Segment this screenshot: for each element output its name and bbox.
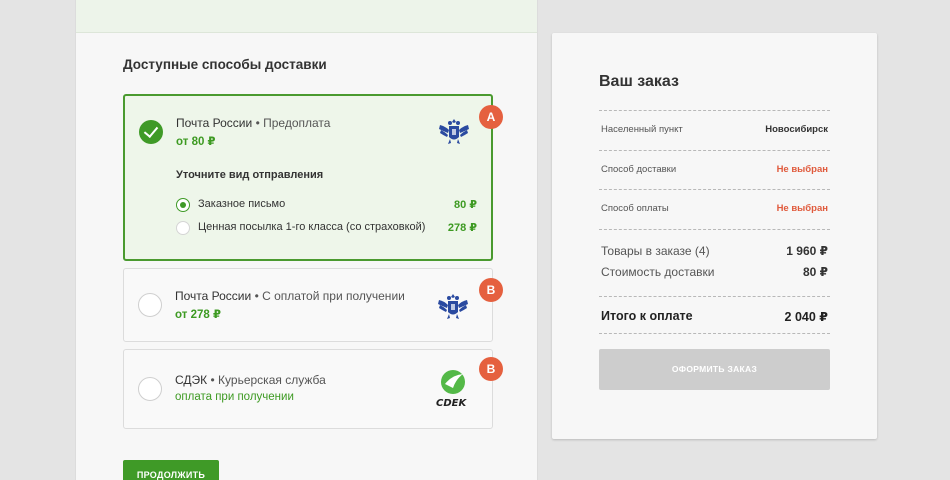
shipment-option-registered-letter[interactable]: Заказное письмо 80 ₽ [176,197,477,213]
carrier-line: СДЭК • Курьерская служба [175,373,326,387]
total-value: 2 040 ₽ [784,310,828,324]
radio-unselected[interactable] [138,377,162,401]
delivery-method-value: Не выбран [776,164,828,175]
carrier-line: Почта России • Предоплата [176,116,330,130]
divider [599,333,830,334]
cdek-logo: CDEK [436,369,470,414]
carrier-price: от 278 ₽ [175,309,221,321]
annotation-badge-a: А [479,105,503,129]
shipping-row: Стоимость доставки 80 ₽ [599,265,830,281]
carrier-name: Почта России [176,116,253,130]
carrier-subtitle: Предоплата [263,116,331,130]
payment-method-label: Способ оплаты [601,203,669,214]
items-label: Товары в заказе (4) [601,244,710,258]
annotation-badge-b2: В [479,357,503,381]
selected-check-icon[interactable] [139,120,163,144]
option-label: Заказное письмо [198,198,286,210]
option-price: 80 ₽ [454,199,477,211]
bullet-separator: • [255,116,264,130]
carrier-line: Почта России • С оплатой при получении [175,289,405,303]
divider [599,189,830,190]
carrier-subtitle: Курьерская служба [218,373,326,387]
radio-unselected[interactable] [138,293,162,317]
city-label: Населенный пункт [601,124,683,135]
radio-unselected[interactable] [176,221,190,235]
divider [599,296,830,297]
total-label: Итого к оплате [601,309,693,323]
shipping-label: Стоимость доставки [601,265,715,279]
divider [599,229,830,230]
carrier-name: Почта России [175,289,252,303]
russian-post-eagle-icon [436,289,470,328]
russian-post-eagle-icon [437,114,471,153]
divider [599,110,830,111]
total-row: Итого к оплате 2 040 ₽ [599,309,830,325]
bullet-separator: • [210,373,219,387]
shipping-value: 80 ₽ [802,265,828,279]
items-row: Товары в заказе (4) 1 960 ₽ [599,244,830,260]
payment-method-value: Не выбран [776,203,828,214]
checkout-button[interactable]: ОФОРМИТЬ ЗАКАЗ [599,349,830,390]
divider [599,150,830,151]
svg-text:CDEK: CDEK [436,398,467,409]
delivery-option-russian-post-prepaid[interactable]: Почта России • Предоплата от 80 ₽ Уточни… [123,94,493,261]
bullet-separator: • [254,289,263,303]
section-title: Доступные способы доставки [123,57,327,72]
city-row: Населенный пункт Новосибирск [599,124,830,140]
shipment-option-valuable-parcel[interactable]: Ценная посылка 1-го класса (со страховко… [176,220,477,236]
carrier-price: оплата при получении [175,391,294,403]
delivery-method-label: Способ доставки [601,164,677,175]
delivery-method-row: Способ доставки Не выбран [599,164,830,180]
order-summary-panel: Ваш заказ Населенный пункт Новосибирск С… [552,33,877,439]
radio-selected[interactable] [176,198,190,212]
carrier-subtitle: С оплатой при получении [262,289,405,303]
delivery-option-russian-post-cod[interactable]: Почта России • С оплатой при получении о… [123,268,493,342]
continue-button[interactable]: ПРОДОЛЖИТЬ [123,460,219,480]
option-price: 278 ₽ [447,222,477,234]
shipment-type-title: Уточните вид отправления [176,169,324,181]
carrier-name: СДЭК [175,373,208,387]
order-title: Ваш заказ [599,73,679,90]
payment-method-row: Способ оплаты Не выбран [599,203,830,219]
items-value: 1 960 ₽ [786,244,828,258]
city-value: Новосибирск [765,124,828,135]
carrier-price: от 80 ₽ [176,136,216,148]
delivery-panel: Доступные способы доставки Почта России … [75,0,538,480]
annotation-badge-b: В [479,278,503,302]
option-label: Ценная посылка 1-го класса (со страховко… [198,221,426,233]
delivery-option-cdek-courier[interactable]: СДЭК • Курьерская служба оплата при полу… [123,349,493,429]
top-strip [76,0,537,33]
